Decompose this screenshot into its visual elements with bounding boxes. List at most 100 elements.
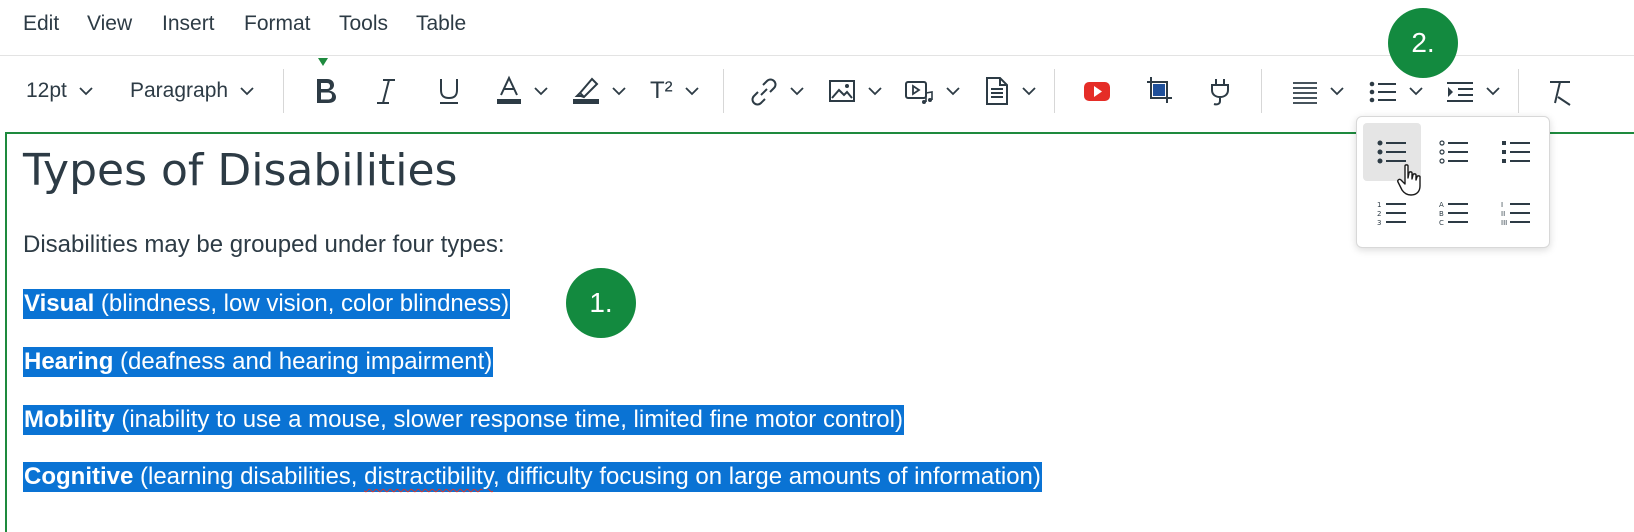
svg-text:A: A	[1439, 201, 1444, 209]
numbered-default-icon: 1 2 3	[1377, 201, 1406, 226]
chevron-down-icon	[868, 87, 882, 96]
numbered-alpha-option[interactable]: A B C	[1425, 184, 1483, 242]
bullet-square-icon	[1502, 141, 1530, 163]
toolbar-divider	[1518, 69, 1519, 113]
chevron-down-icon	[1330, 87, 1344, 96]
text-color-button[interactable]	[496, 71, 550, 111]
superscript-icon: T²	[650, 77, 673, 104]
align-button[interactable]	[1292, 71, 1346, 111]
indent-button[interactable]	[1446, 71, 1502, 111]
item-bold-label: Mobility	[24, 406, 115, 433]
menu-insert[interactable]: Insert	[162, 12, 215, 36]
item-description: , difficulty focusing on large amounts o…	[493, 463, 1041, 490]
numbered-roman-icon: I II III	[1501, 201, 1530, 226]
image-crop-button[interactable]	[1145, 71, 1173, 111]
svg-text:1: 1	[1377, 201, 1381, 209]
document-icon	[986, 77, 1008, 105]
list-item-visual[interactable]: Visual (blindness, low vision, color bli…	[23, 289, 511, 319]
highlight-color-button[interactable]	[572, 71, 628, 111]
menu-view[interactable]: View	[87, 12, 132, 36]
svg-text:III: III	[1501, 219, 1507, 226]
svg-text:B: B	[1439, 210, 1444, 218]
svg-text:I: I	[1501, 201, 1503, 209]
svg-text:3: 3	[1377, 219, 1381, 226]
misspelled-word[interactable]: distractibility	[364, 463, 493, 490]
list-style-popup: 1 2 3 A B C I II III	[1356, 116, 1550, 248]
item-bold-label: Cognitive	[24, 463, 134, 490]
item-description: (blindness, low vision, color blindness)	[94, 290, 510, 317]
list-item-cognitive[interactable]: Cognitive (learning disabilities, distra…	[23, 462, 1042, 492]
chevron-down-icon	[534, 87, 548, 96]
highlighter-icon	[573, 77, 599, 104]
document-button[interactable]	[984, 71, 1038, 111]
menu-edit[interactable]: Edit	[23, 12, 59, 36]
chevron-down-icon	[1486, 87, 1500, 96]
svg-text:II: II	[1501, 210, 1505, 218]
menu-tools[interactable]: Tools	[339, 12, 388, 36]
clear-formatting-button[interactable]	[1546, 71, 1572, 111]
chevron-down-icon	[685, 87, 699, 96]
youtube-icon	[1084, 82, 1110, 101]
bullet-circle-icon	[1439, 140, 1468, 164]
menu-format[interactable]: Format	[244, 12, 311, 36]
list-item-hearing[interactable]: Hearing (deafness and hearing impairment…	[23, 347, 494, 377]
list-item-mobility[interactable]: Mobility (inability to use a mouse, slow…	[23, 405, 904, 435]
item-description: (learning disabilities,	[133, 463, 365, 490]
chevron-down-icon	[946, 87, 960, 96]
numbered-roman-option[interactable]: I II III	[1487, 184, 1545, 242]
menu-table[interactable]: Table	[416, 12, 466, 36]
block-format-dropdown[interactable]: Paragraph	[130, 71, 256, 111]
superscript-button[interactable]: T²	[650, 71, 701, 111]
editor-toolbar: 12pt Paragraph T²	[0, 57, 1634, 125]
font-size-value: 12pt	[26, 79, 67, 102]
chevron-down-icon	[1409, 87, 1423, 96]
media-button[interactable]	[904, 71, 962, 111]
svg-text:2: 2	[1377, 210, 1381, 218]
image-edit-icon	[1147, 77, 1172, 103]
toolbar-divider	[283, 69, 284, 113]
chevron-down-icon	[240, 87, 254, 96]
font-size-dropdown[interactable]: 12pt	[26, 71, 95, 111]
italic-button[interactable]	[374, 71, 398, 111]
underline-button[interactable]	[436, 71, 462, 111]
bold-button[interactable]	[312, 71, 340, 111]
bullet-default-icon	[1377, 140, 1406, 164]
text-color-icon	[497, 75, 521, 104]
plug-icon	[1211, 79, 1229, 106]
image-button[interactable]	[828, 71, 884, 111]
indent-icon	[1447, 82, 1473, 102]
chevron-down-icon	[790, 87, 804, 96]
chevron-down-icon	[79, 87, 93, 96]
link-icon	[751, 78, 777, 106]
chevron-down-icon	[1022, 87, 1036, 96]
underline-icon	[440, 79, 458, 104]
item-description: (deafness and hearing impairment)	[113, 348, 493, 375]
hand-cursor-icon	[1397, 164, 1421, 196]
item-bold-label: Hearing	[24, 348, 114, 375]
image-icon	[829, 80, 855, 102]
link-button[interactable]	[750, 71, 806, 111]
intro-paragraph: Disabilities may be grouped under four t…	[23, 231, 505, 258]
italic-icon	[377, 79, 395, 104]
bullet-list-icon	[1369, 81, 1396, 103]
item-description: (inability to use a mouse, slower respon…	[114, 406, 903, 433]
page-title: Types of Disabilities	[23, 145, 458, 196]
item-bold-label: Visual	[24, 290, 95, 317]
plugin-button[interactable]	[1206, 71, 1234, 111]
bullet-square-option[interactable]	[1487, 123, 1545, 181]
block-format-value: Paragraph	[130, 79, 229, 102]
numbered-alpha-icon: A B C	[1439, 201, 1468, 226]
toolbar-divider	[723, 69, 724, 113]
toolbar-divider	[1054, 69, 1055, 113]
youtube-button[interactable]	[1083, 71, 1111, 111]
align-left-icon	[1293, 82, 1317, 104]
toolbar-divider	[1261, 69, 1262, 113]
bold-icon	[317, 79, 336, 103]
svg-text:C: C	[1439, 219, 1444, 226]
clear-formatting-icon	[1550, 81, 1571, 106]
media-icon	[905, 81, 933, 104]
step-badge-1: 1.	[566, 268, 636, 338]
step-badge-2: 2.	[1388, 8, 1458, 78]
bullet-circle-option[interactable]	[1425, 123, 1483, 181]
chevron-down-icon	[612, 87, 626, 96]
